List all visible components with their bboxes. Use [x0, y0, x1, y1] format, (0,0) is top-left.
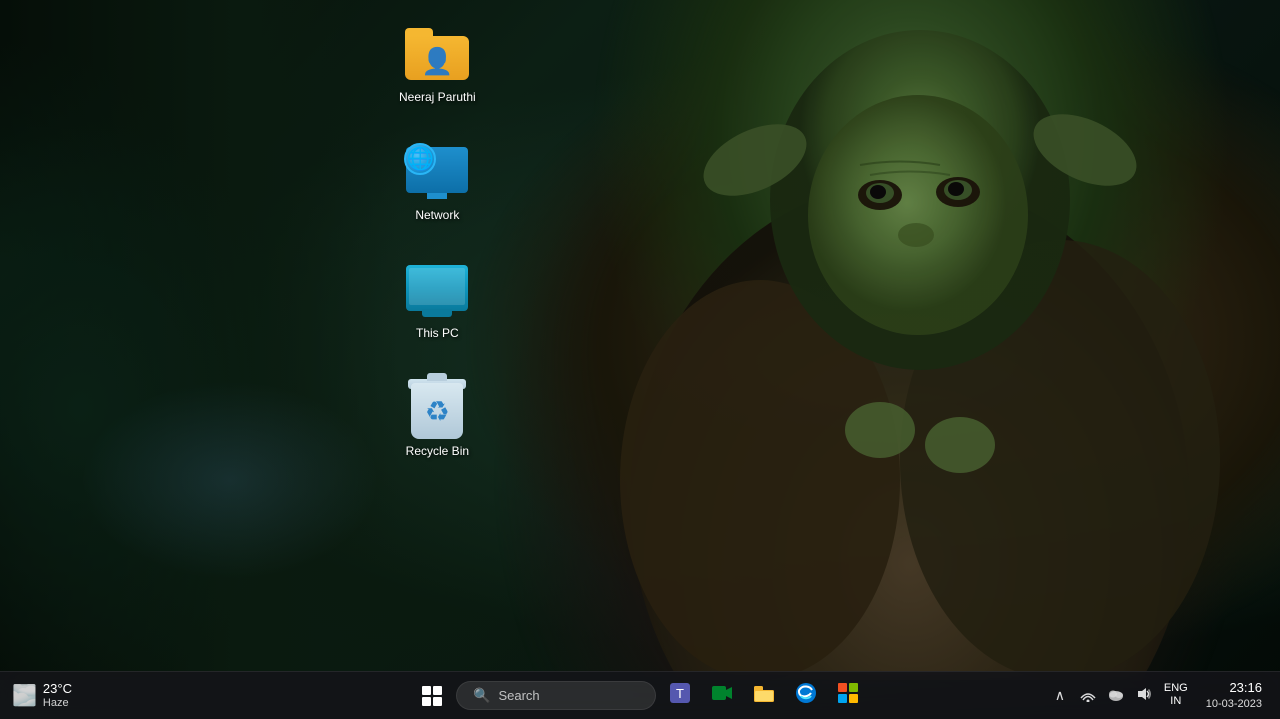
- weather-temp: 23°C: [43, 681, 72, 697]
- network-label: Network: [415, 208, 459, 222]
- weather-icon: 🌫️: [12, 683, 37, 708]
- win-tile-1: [422, 686, 431, 695]
- meet-icon: [711, 682, 733, 710]
- user-folder-icon: 👤: [405, 28, 469, 80]
- taskbar-app-chat[interactable]: T: [662, 678, 698, 714]
- win-tile-2: [433, 686, 442, 695]
- taskbar-app-store[interactable]: [830, 678, 866, 714]
- volume-icon: [1136, 686, 1152, 705]
- clock-widget[interactable]: 23:16 10-03-2023: [1200, 677, 1268, 715]
- atmosphere-glow: [80, 380, 380, 580]
- tray-network-icon[interactable]: [1076, 683, 1100, 707]
- this-pc-icon: [403, 263, 471, 317]
- search-bar[interactable]: 🔍 Search: [456, 681, 656, 710]
- win-tile-3: [422, 697, 431, 706]
- taskbar-center: 🔍 Search T: [414, 678, 866, 714]
- folder-body: 👤: [405, 36, 469, 80]
- weather-text: 23°C Haze: [43, 681, 72, 710]
- user-folder-icon-img: 👤: [402, 24, 472, 84]
- desktop-icon-recycle-bin[interactable]: Recycle Bin: [396, 374, 478, 462]
- windows-logo-icon: [422, 686, 442, 706]
- network-icon-img: [402, 142, 472, 202]
- search-label: Search: [498, 688, 539, 703]
- network-tray-icon: [1080, 686, 1096, 705]
- search-icon: 🔍: [473, 687, 490, 704]
- recycle-bin-icon: [406, 377, 468, 439]
- network-globe: [404, 143, 436, 175]
- chevron-up-icon: ∧: [1055, 687, 1065, 704]
- this-pc-icon-img: [402, 260, 472, 320]
- language-code: ENG: [1164, 682, 1188, 695]
- clock-time: 23:16: [1229, 679, 1262, 697]
- this-pc-stand: [422, 309, 452, 317]
- network-icon: [402, 143, 472, 201]
- store-icon: [837, 682, 859, 710]
- tray-chevron-button[interactable]: ∧: [1048, 683, 1072, 707]
- neeraj-paruthi-label: Neeraj Paruthi: [399, 90, 476, 104]
- wallpaper-figure: [460, 0, 1280, 680]
- start-button[interactable]: [414, 678, 450, 714]
- recycle-bin-icon-img: [402, 378, 472, 438]
- win-tile-4: [433, 697, 442, 706]
- weather-condition: Haze: [43, 697, 72, 710]
- clock-date: 10-03-2023: [1206, 697, 1262, 712]
- language-indicator[interactable]: ENG IN: [1160, 680, 1192, 710]
- desktop-icon-neeraj-paruthi[interactable]: 👤 Neeraj Paruthi: [393, 20, 482, 108]
- desktop-icon-network[interactable]: Network: [396, 138, 478, 226]
- recycle-bin-label: Recycle Bin: [406, 444, 469, 458]
- chat-icon: T: [669, 682, 691, 710]
- system-tray: ∧: [1048, 680, 1192, 710]
- taskbar-left: 🌫️ 23°C Haze: [12, 681, 132, 710]
- cloud-icon: [1107, 686, 1125, 705]
- taskbar-app-file-explorer[interactable]: [746, 678, 782, 714]
- taskbar-app-meet[interactable]: [704, 678, 740, 714]
- desktop-icons-container: 👤 Neeraj Paruthi Network This PC: [393, 20, 482, 462]
- this-pc-label: This PC: [416, 326, 459, 340]
- user-silhouette: 👤: [421, 48, 453, 74]
- file-explorer-icon: [753, 682, 775, 710]
- taskbar-app-edge[interactable]: [788, 678, 824, 714]
- this-pc-monitor: [406, 265, 468, 311]
- taskbar-right: ∧: [1048, 677, 1268, 715]
- tray-volume-icon[interactable]: [1132, 683, 1156, 707]
- svg-text:T: T: [676, 686, 684, 701]
- region-code: IN: [1170, 695, 1181, 708]
- taskbar: 🌫️ 23°C Haze 🔍 Search: [0, 671, 1280, 719]
- edge-icon: [795, 682, 817, 710]
- recycle-bin-body: [411, 383, 463, 439]
- desktop-icon-this-pc[interactable]: This PC: [396, 256, 478, 344]
- tray-weather-icon[interactable]: [1104, 683, 1128, 707]
- weather-widget[interactable]: 🌫️ 23°C Haze: [12, 681, 72, 710]
